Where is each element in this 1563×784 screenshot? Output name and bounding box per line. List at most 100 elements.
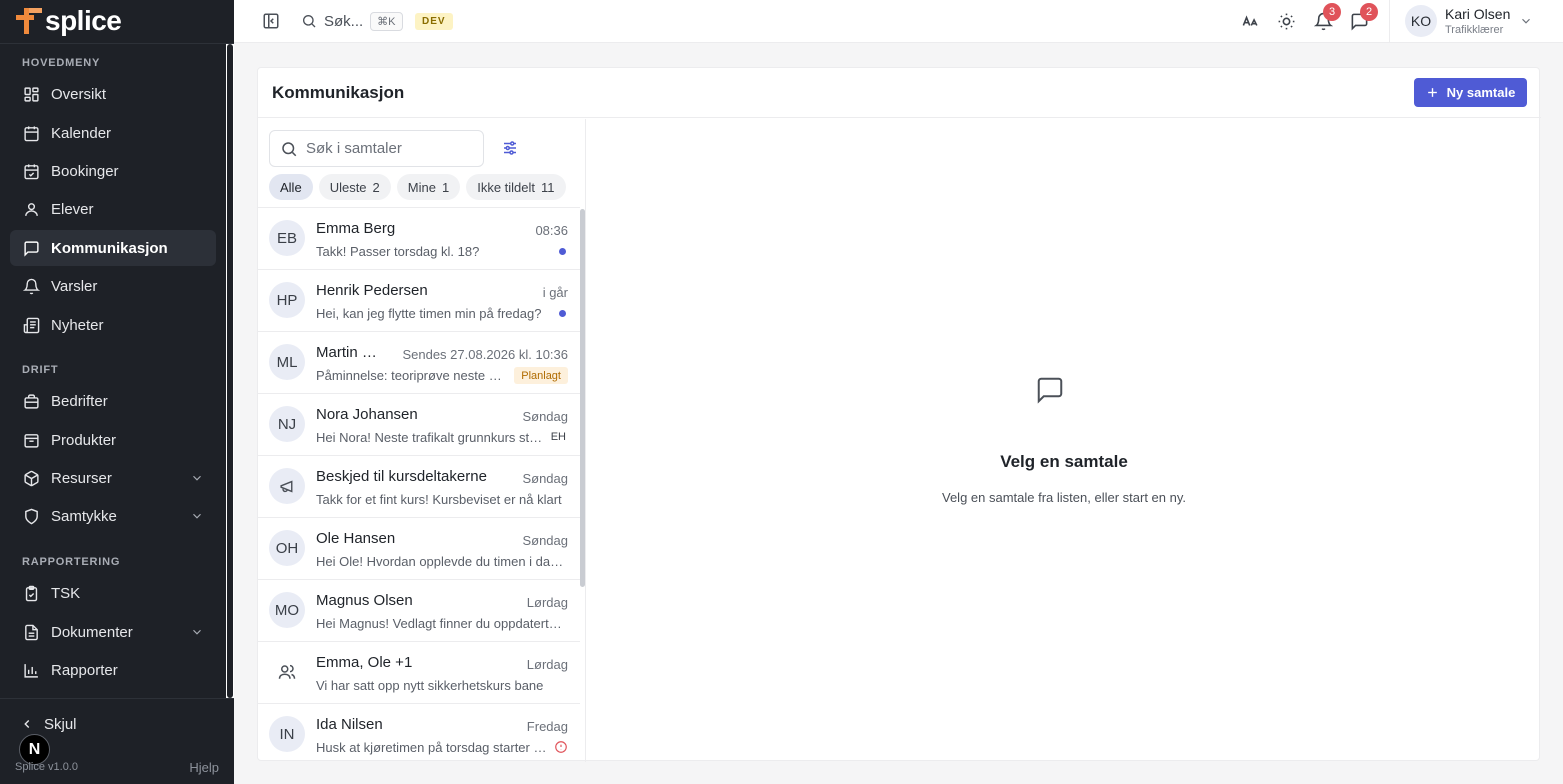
sidebar-item-label: Kalender xyxy=(51,124,112,142)
plus-icon xyxy=(1427,88,1437,97)
avatar xyxy=(269,654,305,690)
conversation-time: Søndag xyxy=(522,471,568,486)
message-square-icon xyxy=(22,239,40,257)
filter-chip-ikke-tildelt[interactable]: Ikke tildelt 11 xyxy=(466,174,566,200)
file-text-icon xyxy=(22,623,40,641)
conversation-search-input[interactable] xyxy=(306,140,476,157)
conversation-detail-pane: Velg en samtale Velg en samtale fra list… xyxy=(587,119,1541,762)
shortcut-hint: ⌘K xyxy=(370,11,403,31)
page-title: Kommunikasjon xyxy=(272,83,405,102)
chevron-down-icon[interactable] xyxy=(190,509,204,523)
sidebar-item-kommunikasjon[interactable]: Kommunikasjon xyxy=(10,230,216,266)
conversation-name: Emma Berg xyxy=(316,220,396,237)
topbar: Søk... ⌘K DEV 3 2 KO Kari Olsen Trafikkl… xyxy=(234,0,1563,43)
conversation-name: Nora Johansen xyxy=(316,406,418,423)
chevron-down-icon[interactable] xyxy=(1519,14,1533,28)
conversation-time: 08:36 xyxy=(535,223,568,238)
sidebar-item-label: Elever xyxy=(51,200,94,218)
sun-icon[interactable] xyxy=(1277,12,1296,31)
conversation-item[interactable]: EB Emma Berg 08:36 Takk! Passer torsdag … xyxy=(258,208,580,270)
panel-header: Kommunikasjon Ny samtale xyxy=(258,68,1541,118)
avatar: OH xyxy=(269,530,305,566)
conversation-item[interactable]: Beskjed til kursdeltakerne Søndag Takk f… xyxy=(258,456,580,518)
sidebar-item-bedrifter[interactable]: Bedrifter xyxy=(10,383,216,419)
message-square-icon xyxy=(1037,377,1063,404)
avatar: MO xyxy=(269,592,305,628)
splice-logo[interactable]: splice xyxy=(16,6,122,36)
sidebar-toggle-icon[interactable] xyxy=(262,12,280,30)
sidebar-item-label: Oversikt xyxy=(51,85,107,103)
filter-chip-alle[interactable]: Alle xyxy=(269,174,313,200)
users-icon xyxy=(278,664,296,679)
shield-icon xyxy=(22,507,40,525)
chip-label: Ikke tildelt xyxy=(477,179,536,195)
divider xyxy=(1389,0,1390,43)
sidebar-item-kalender[interactable]: Kalender xyxy=(10,115,216,151)
sidebar-item-label: Varsler xyxy=(51,277,98,295)
sidebar-item-nyheter[interactable]: Nyheter xyxy=(10,307,216,343)
section-label-main: HOVEDMENY xyxy=(22,57,101,69)
sidebar-scrollbar[interactable] xyxy=(226,44,234,698)
chip-label: Mine xyxy=(407,179,436,195)
conversation-item[interactable]: IN Ida Nilsen Fredag Husk at kjøretimen … xyxy=(258,704,580,762)
sliders-icon[interactable] xyxy=(501,139,519,157)
global-search-button[interactable]: Søk... ⌘K xyxy=(301,10,403,32)
sidebar-item-rapporter[interactable]: Rapporter xyxy=(10,652,216,688)
text-size-icon[interactable] xyxy=(1241,12,1260,31)
global-search-label: Søk... xyxy=(324,12,364,30)
conversation-item[interactable]: MO Magnus Olsen Lørdag Hei Magnus! Vedla… xyxy=(258,580,580,642)
conversation-search[interactable] xyxy=(269,130,484,167)
avatar: ML xyxy=(269,344,305,380)
new-conversation-button[interactable]: Ny samtale xyxy=(1414,78,1527,107)
bell-icon xyxy=(22,277,40,295)
user-icon xyxy=(22,200,40,218)
sidebar-item-bookinger[interactable]: Bookinger xyxy=(10,153,216,189)
conversation-name: Magnus Olsen xyxy=(316,592,413,609)
sidebar: splice HOVEDMENY Oversikt Kalender Booki… xyxy=(0,0,234,784)
sidebar-item-label: Samtykke xyxy=(51,507,117,525)
sidebar-item-produkter[interactable]: Produkter xyxy=(10,422,216,458)
unread-indicator xyxy=(559,248,566,255)
conversation-item[interactable]: Emma, Ole +1 Lørdag Vi har satt opp nytt… xyxy=(258,642,580,704)
scheduled-time: Sendes 27.08.2026 kl. 10:36 xyxy=(402,347,568,362)
chip-count: 11 xyxy=(541,179,555,195)
conversation-item[interactable]: ML Martin Larsen Sendes 27.08.2026 kl. 1… xyxy=(258,332,580,394)
conversation-time: Søndag xyxy=(522,409,568,424)
sidebar-item-label: Dokumenter xyxy=(51,623,133,641)
scrollbar-thumb[interactable] xyxy=(227,44,233,698)
sidebar-item-label: Produkter xyxy=(51,431,117,449)
collapse-sidebar-button[interactable]: Skjul xyxy=(20,712,77,736)
help-link[interactable]: Hjelp xyxy=(189,760,219,775)
calendar-check-icon xyxy=(22,162,40,180)
chevron-down-icon[interactable] xyxy=(190,625,204,639)
sidebar-item-varsler[interactable]: Varsler xyxy=(10,268,216,304)
conversation-name: Beskjed til kursdeltakerne xyxy=(316,468,487,485)
conversation-list-scrollbar[interactable] xyxy=(580,209,585,587)
sidebar-item-dokumenter[interactable]: Dokumenter xyxy=(10,614,216,650)
sidebar-item-resurser[interactable]: Resurser xyxy=(10,460,216,496)
conversation-name: Ida Nilsen xyxy=(316,716,383,733)
user-name[interactable]: Kari Olsen xyxy=(1445,6,1510,22)
filter-chips: Alle Uleste 2 Mine 1 Ikke tildelt 11 xyxy=(269,174,566,200)
section-label-rapportering: RAPPORTERING xyxy=(22,556,121,568)
filter-chip-uleste[interactable]: Uleste 2 xyxy=(318,174,391,200)
sidebar-item-label: Resurser xyxy=(51,469,112,487)
conversation-item[interactable]: HP Henrik Pedersen i går Hei, kan jeg fl… xyxy=(258,270,580,332)
sidebar-item-samtykke[interactable]: Samtykke xyxy=(10,498,216,534)
conversation-preview: Takk! Passer torsdag kl. 18? xyxy=(316,244,480,259)
filter-chip-mine[interactable]: Mine 1 xyxy=(396,174,461,200)
conversation-name: Ole Hansen xyxy=(316,530,396,547)
user-avatar[interactable]: KO xyxy=(1405,5,1437,37)
sidebar-item-oversikt[interactable]: Oversikt xyxy=(10,76,216,112)
search-icon xyxy=(303,15,316,28)
conversation-name: Emma, Ole +1 xyxy=(316,654,413,671)
building-icon xyxy=(22,392,40,410)
conversation-item[interactable]: OH Ole Hansen Søndag Hei Ole! Hvordan op… xyxy=(258,518,580,580)
conversation-item[interactable]: NJ Nora Johansen Søndag Hei Nora! Neste … xyxy=(258,394,580,456)
calendar-icon xyxy=(22,124,40,142)
sidebar-item-tsk[interactable]: TSK xyxy=(10,575,216,611)
sidebar-item-elever[interactable]: Elever xyxy=(10,191,216,227)
chevron-down-icon[interactable] xyxy=(190,471,204,485)
collapse-label: Skjul xyxy=(44,715,77,733)
avatar: EB xyxy=(269,220,305,256)
